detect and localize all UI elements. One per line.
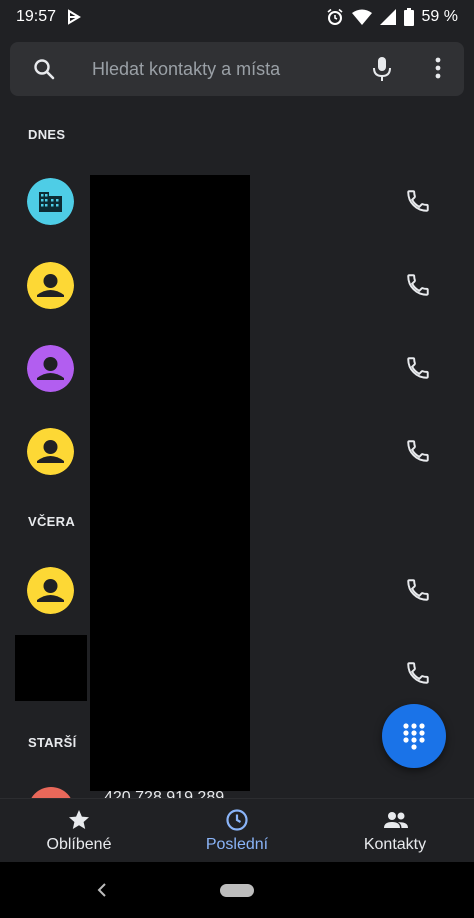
back-icon[interactable] [95, 882, 109, 903]
star-icon [67, 808, 91, 837]
nav-favorites[interactable]: Oblíbené [0, 799, 158, 863]
call-icon[interactable] [405, 272, 431, 303]
more-vert-icon[interactable] [434, 56, 442, 85]
dialpad-icon [403, 723, 425, 750]
nav-contacts[interactable]: Kontakty [316, 799, 474, 863]
section-header-today: DNES [28, 127, 66, 142]
search-bar[interactable]: Hledat kontakty a místa [10, 42, 464, 96]
status-bar: 19:57 59 % [0, 0, 474, 34]
home-handle[interactable] [220, 884, 254, 897]
nav-recents-label: Poslední [205, 836, 269, 853]
section-header-older: STARŠÍ [28, 735, 77, 750]
call-icon[interactable] [405, 577, 431, 608]
redaction-block [15, 635, 87, 701]
section-header-yesterday: VČERA [28, 514, 76, 529]
wifi-icon [351, 9, 372, 25]
alarm-icon [326, 8, 344, 26]
battery-icon [403, 8, 414, 26]
dialpad-button[interactable] [382, 704, 446, 768]
battery-percent: 59 % [421, 8, 458, 25]
person-avatar-icon [27, 428, 74, 475]
nav-contacts-label: Kontakty [363, 836, 427, 853]
person-avatar-icon [27, 567, 74, 614]
business-avatar-icon [27, 178, 74, 225]
clock-icon [225, 808, 249, 837]
people-icon [383, 808, 409, 837]
play-protect-icon [66, 9, 82, 25]
nav-recents[interactable]: Poslední [158, 799, 316, 863]
person-avatar-icon [27, 345, 74, 392]
redaction-block [90, 175, 250, 791]
call-icon[interactable] [405, 660, 431, 691]
call-icon[interactable] [405, 355, 431, 386]
person-avatar-icon [27, 262, 74, 309]
bottom-navigation: Oblíbené Poslední Kontakty [0, 798, 474, 863]
nav-favorites-label: Oblíbené [46, 836, 112, 853]
call-icon[interactable] [405, 188, 431, 219]
status-time: 19:57 [16, 8, 57, 25]
search-icon[interactable] [32, 57, 56, 86]
call-icon[interactable] [405, 438, 431, 469]
signal-icon [379, 9, 396, 25]
mic-icon[interactable] [370, 56, 394, 87]
search-input[interactable]: Hledat kontakty a místa [92, 59, 280, 80]
